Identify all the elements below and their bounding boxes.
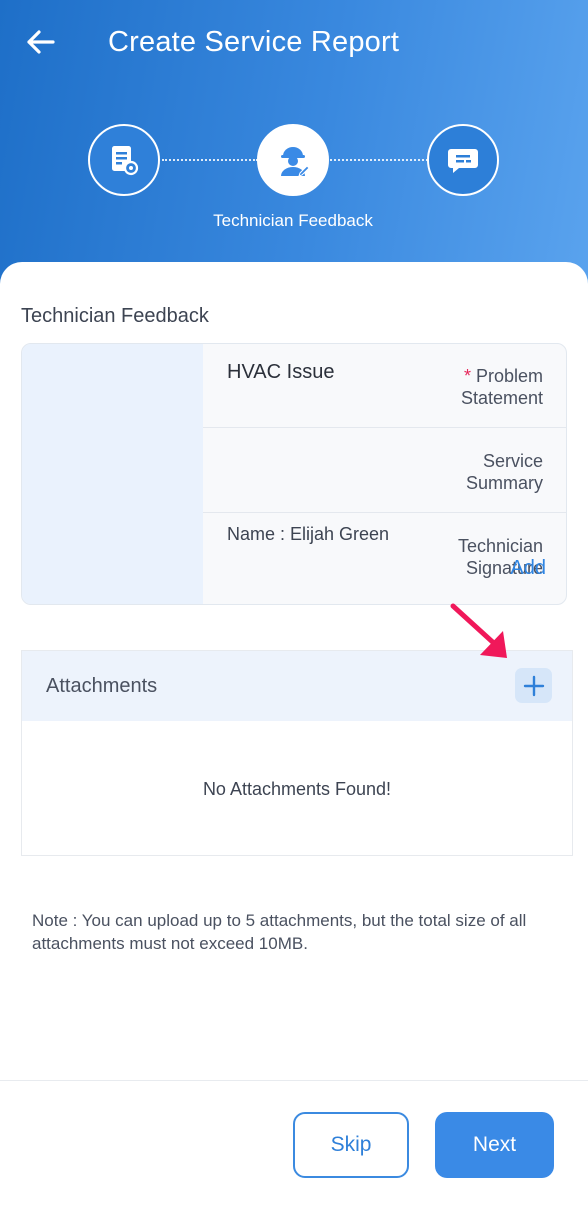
step-report-details[interactable] — [88, 124, 160, 196]
row-divider — [203, 512, 566, 513]
technician-helmet-icon — [281, 147, 310, 177]
arrow-left-icon — [27, 30, 55, 54]
document-settings-icon — [112, 146, 139, 176]
add-signature-button[interactable]: Add — [510, 557, 546, 580]
plus-icon — [523, 675, 544, 696]
footer-divider — [0, 1080, 588, 1081]
feedback-table: * Problem Statement HVAC Issue Service S… — [21, 343, 567, 605]
problem-statement-field[interactable]: HVAC Issue — [227, 361, 334, 384]
add-attachment-button[interactable] — [515, 668, 552, 703]
attachment-note: Note : You can upload up to 5 attachment… — [32, 911, 527, 953]
required-mark: * — [463, 366, 471, 386]
page-title: Create Service Report — [108, 26, 400, 58]
stepper-connector — [330, 159, 428, 161]
attachments-empty-message: No Attachments Found! — [202, 779, 392, 799]
active-step-label: Technician Feedback — [213, 211, 373, 230]
section-title: Technician Feedback — [21, 305, 209, 327]
step-technician-feedback[interactable] — [257, 124, 329, 196]
technician-name: Name : Elijah Green — [227, 524, 390, 544]
header: Create Service Report Technician Feedbac… — [0, 0, 588, 300]
service-summary-field[interactable] — [227, 444, 566, 504]
attachments-title: Attachments — [46, 675, 158, 697]
step-confirmation[interactable] — [427, 124, 499, 196]
stepper-connector — [162, 159, 258, 161]
annotation-arrow-icon — [450, 603, 507, 658]
row-divider — [203, 427, 566, 428]
skip-button[interactable]: Skip — [293, 1112, 409, 1178]
chat-message-icon — [448, 149, 478, 173]
next-button[interactable]: Next — [435, 1112, 554, 1178]
feedback-label-column — [22, 344, 203, 604]
attachments-panel: Attachments No Attachments Found! — [21, 650, 573, 856]
problem-statement-label: * Problem Statement — [460, 366, 543, 408]
back-button[interactable] — [20, 24, 60, 60]
